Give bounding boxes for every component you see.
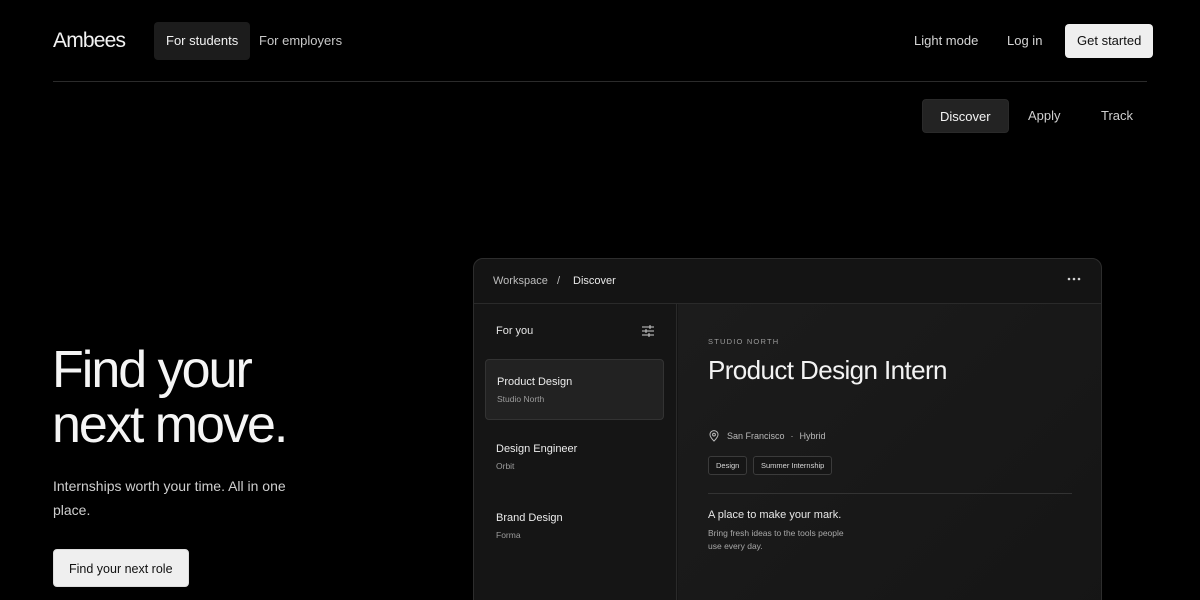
job-location-row: San Francisco · Hybrid [708, 429, 826, 443]
location-separator: · [790, 431, 794, 441]
job-list-sidebar: For you Product Design Studio North Desi… [474, 304, 677, 600]
job-detail-panel: STUDIO NORTH Product Design Intern San F… [678, 304, 1101, 600]
more-horizontal-icon[interactable] [1067, 272, 1081, 289]
find-role-button[interactable]: Find your next role [53, 549, 189, 587]
map-pin-icon [709, 430, 719, 442]
job-pitch-title: A place to make your mark. [708, 509, 842, 521]
job-tag-design[interactable]: Design [708, 456, 748, 475]
hero-title-line-1: Find your [52, 341, 253, 399]
job-list-item-design-engineer[interactable]: Design Engineer Orbit [485, 427, 664, 488]
tab-for-students[interactable]: For students [154, 22, 251, 60]
tab-apply[interactable]: Apply [1011, 99, 1078, 133]
get-started-button[interactable]: Get started [1065, 24, 1154, 58]
breadcrumb-workspace[interactable]: Workspace [493, 275, 548, 287]
job-list-item-title: Product Design [497, 376, 573, 388]
job-location: San Francisco [727, 431, 785, 441]
job-tag-summer-internship[interactable]: Summer Internship [753, 456, 833, 475]
brand-logo[interactable]: Ambees [53, 29, 126, 53]
job-work-mode: Hybrid [799, 431, 826, 441]
job-list-item-title: Design Engineer [496, 443, 578, 455]
breadcrumb-current: Discover [573, 275, 616, 287]
hero-title-line-2: next move. [52, 396, 288, 454]
job-list-item-company: Orbit [496, 461, 515, 471]
workspace-header: Workspace / Discover [474, 259, 1101, 304]
job-list-item-product-design[interactable]: Product Design Studio North [485, 359, 664, 420]
header-divider [53, 81, 1147, 82]
job-list-item-title: Brand Design [496, 512, 563, 524]
sliders-icon[interactable] [641, 324, 655, 338]
hero-subtitle: Internships worth your time. All in one … [53, 478, 286, 518]
light-mode-toggle[interactable]: Light mode [914, 22, 978, 60]
job-list-item-brand-design[interactable]: Brand Design Forma [485, 496, 664, 557]
hero-title: Find your next move. [52, 343, 382, 453]
job-company: STUDIO NORTH [708, 337, 780, 346]
tab-for-employers[interactable]: For employers [247, 22, 354, 60]
breadcrumb-separator: / [557, 275, 561, 287]
sidebar-heading: For you [496, 325, 534, 337]
job-list-item-company: Studio North [497, 394, 545, 404]
job-title: Product Design Intern [708, 355, 947, 385]
tab-discover[interactable]: Discover [922, 99, 1009, 133]
workspace-card: Workspace / Discover For you Product Des… [473, 258, 1102, 600]
tab-track[interactable]: Track [1084, 99, 1150, 133]
job-pitch-body: Bring fresh ideas to the tools people us… [708, 528, 844, 551]
login-link[interactable]: Log in [1007, 22, 1042, 60]
detail-divider [708, 493, 1072, 494]
job-list-item-company: Forma [496, 530, 521, 540]
